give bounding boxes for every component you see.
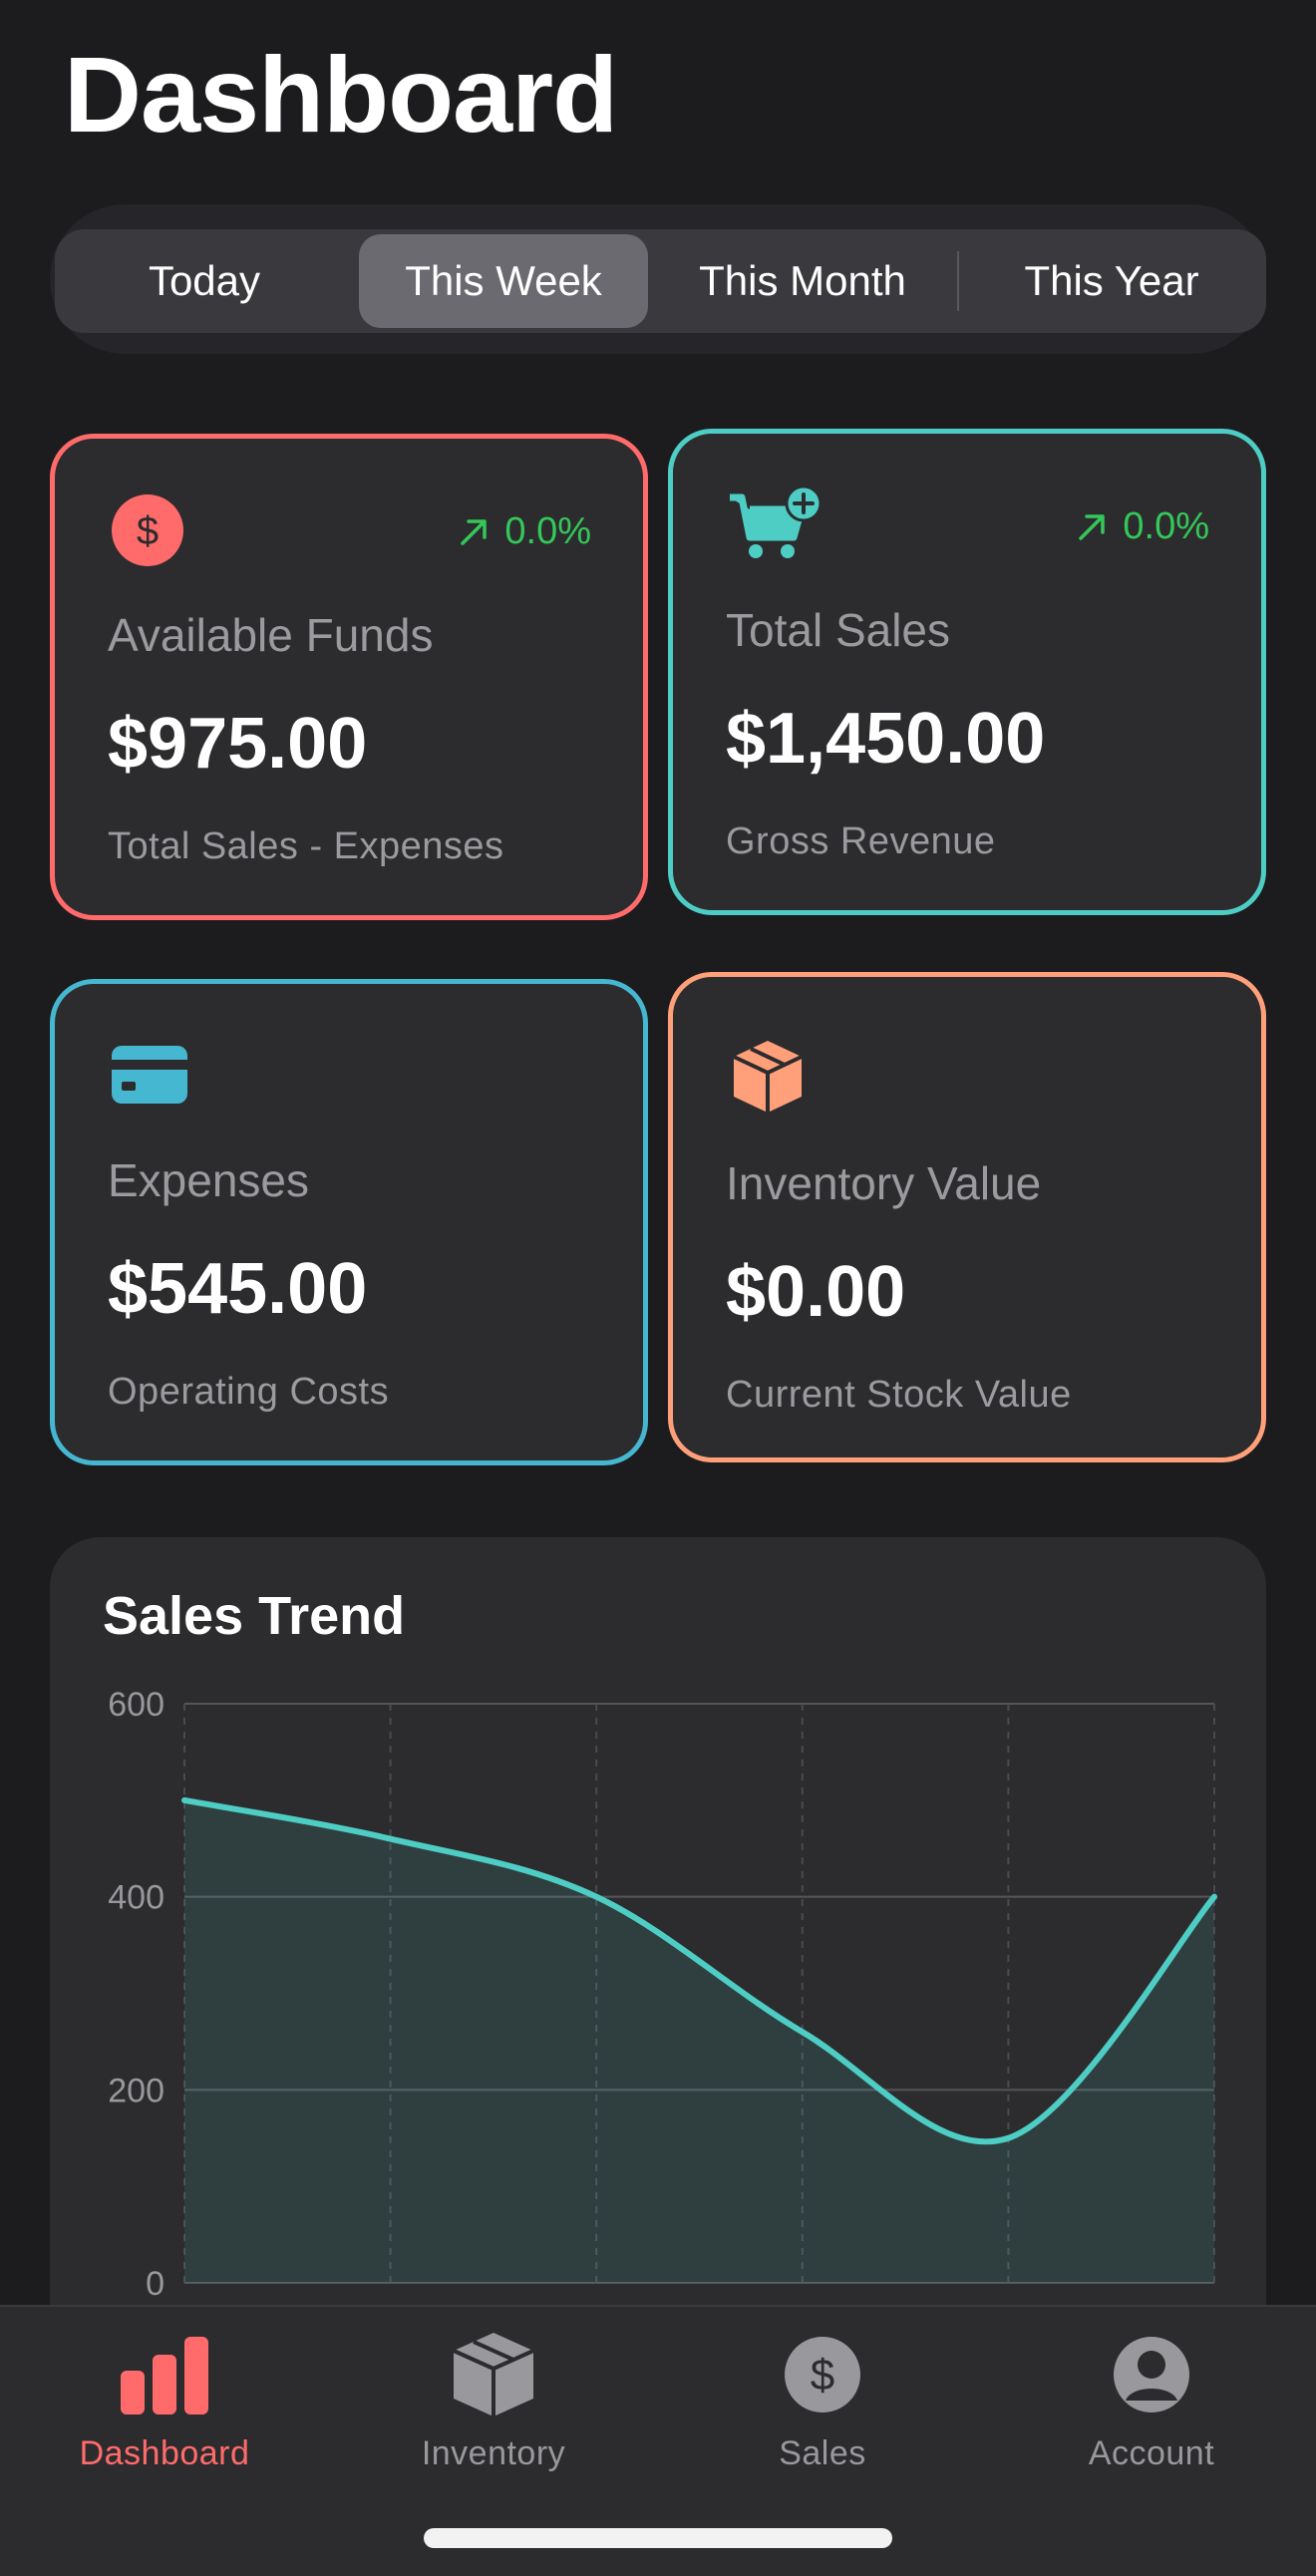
trend-indicator: 0.0%	[457, 510, 591, 553]
card-value: $545.00	[108, 1249, 368, 1329]
svg-text:$: $	[811, 2351, 834, 2400]
card-value: $975.00	[108, 704, 368, 784]
segment-today[interactable]: Today	[55, 234, 354, 328]
chart-area	[184, 1799, 1214, 2283]
card-value: $0.00	[726, 1252, 906, 1332]
trend-indicator: 0.0%	[1075, 505, 1209, 548]
card-label: Available Funds	[108, 609, 434, 661]
card-label: Inventory Value	[726, 1157, 1042, 1209]
available-funds-card[interactable]: $ 0.0% Available Funds $975.00 Total Sal…	[50, 434, 648, 920]
card-subtitle: Operating Costs	[108, 1371, 390, 1413]
segment-this-week[interactable]: This Week	[359, 234, 648, 328]
y-tick-label: 200	[108, 2072, 164, 2109]
card-subtitle: Current Stock Value	[726, 1374, 1072, 1416]
y-tick-label: 400	[108, 1879, 164, 1917]
segment-this-year[interactable]: This Year	[962, 234, 1261, 328]
page-title: Dashboard	[64, 34, 618, 155]
card-subtitle: Total Sales - Expenses	[108, 825, 504, 867]
arrow-up-right-icon	[461, 518, 488, 545]
tab-label: Inventory	[421, 2434, 566, 2472]
dollar-circle-icon: $	[785, 2337, 860, 2413]
tab-inventory[interactable]: Inventory	[329, 2327, 658, 2496]
box-icon	[733, 1041, 803, 1113]
total-sales-card[interactable]: 0.0% Total Sales $1,450.00 Gross Revenue	[668, 429, 1266, 915]
expenses-card[interactable]: Expenses $545.00 Operating Costs	[50, 979, 648, 1465]
card-subtitle: Gross Revenue	[726, 820, 996, 862]
person-circle-icon	[1114, 2337, 1189, 2413]
segment-divider	[957, 251, 959, 311]
inventory-value-card[interactable]: Inventory Value $0.00 Current Stock Valu…	[668, 972, 1266, 1462]
tab-dashboard[interactable]: Dashboard	[0, 2327, 329, 2496]
cart-plus-icon	[730, 485, 822, 558]
tab-account[interactable]: Account	[987, 2327, 1316, 2496]
card-label: Total Sales	[726, 604, 951, 656]
segment-this-month[interactable]: This Month	[653, 234, 952, 328]
tab-label: Sales	[779, 2434, 866, 2472]
box-icon	[453, 2333, 534, 2416]
card-label: Expenses	[108, 1154, 310, 1206]
tab-label: Account	[1088, 2434, 1215, 2472]
credit-card-icon	[112, 1046, 187, 1104]
period-selector: Today This Week This Month This Year	[55, 229, 1266, 333]
arrow-up-right-icon	[1079, 513, 1106, 540]
trend-value: 0.0%	[1123, 505, 1209, 547]
y-tick-label: 0	[146, 2265, 164, 2303]
card-value: $1,450.00	[726, 699, 1046, 779]
bar-chart-icon	[121, 2337, 208, 2415]
tab-label: Dashboard	[79, 2434, 250, 2472]
y-tick-label: 600	[108, 1686, 164, 1724]
home-indicator[interactable]	[424, 2528, 892, 2548]
svg-text:$: $	[137, 509, 159, 553]
tab-sales[interactable]: $ Sales	[658, 2327, 987, 2496]
dollar-circle-icon: $	[112, 494, 183, 566]
trend-value: 0.0%	[504, 510, 591, 552]
